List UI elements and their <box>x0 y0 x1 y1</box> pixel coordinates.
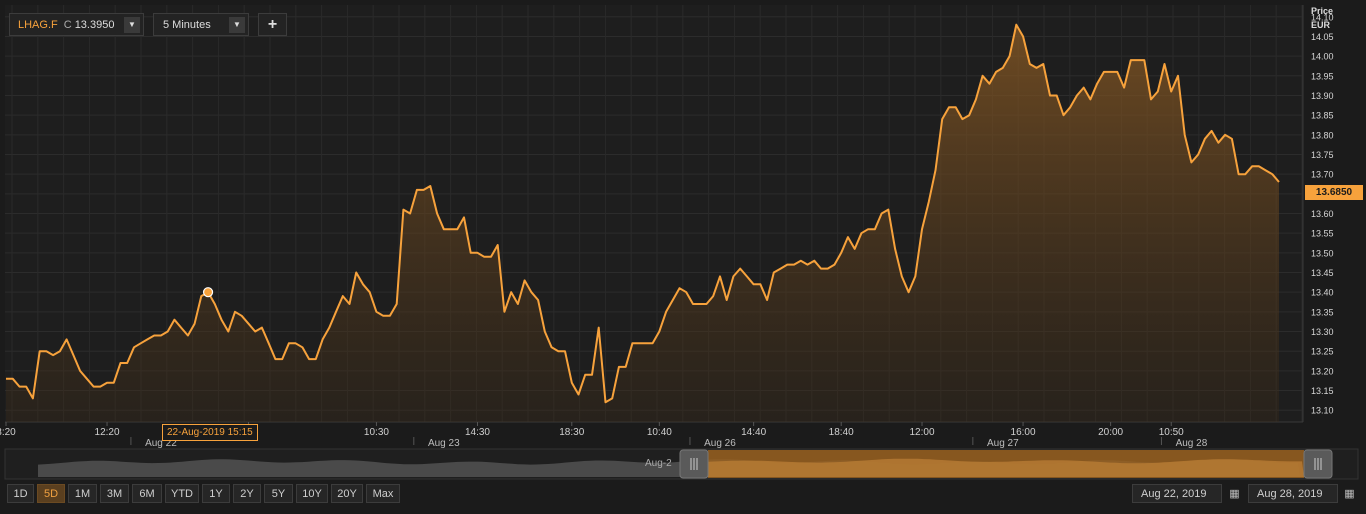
day-label: Aug 26 <box>704 438 736 449</box>
x-tick-label: 8:20 <box>0 427 16 438</box>
range-button-1d[interactable]: 1D <box>7 484 34 503</box>
chevron-down-icon[interactable]: ▼ <box>124 16 140 33</box>
y-tick-label: 13.30 <box>1311 327 1334 337</box>
x-tick-label: 18:40 <box>829 427 854 438</box>
y-tick-label: 13.20 <box>1311 366 1334 376</box>
plus-icon: + <box>267 15 278 33</box>
range-button-1y[interactable]: 1Y <box>202 484 230 503</box>
y-tick-label: 14.00 <box>1311 52 1334 62</box>
end-date-value: Aug 28, 2019 <box>1257 487 1323 500</box>
y-tick-label: 13.95 <box>1311 71 1334 81</box>
y-tick-label: 13.70 <box>1311 170 1334 180</box>
start-date-value: Aug 22, 2019 <box>1141 487 1207 500</box>
range-button-3m[interactable]: 3M <box>100 484 129 503</box>
y-tick-label: 13.55 <box>1311 229 1334 239</box>
x-tick-label: 10:30 <box>364 427 389 438</box>
last-price-value: 13.6850 <box>1315 187 1353 198</box>
add-series-button[interactable]: + <box>258 13 287 36</box>
x-tick-label: 16:00 <box>1011 427 1036 438</box>
calendar-icon[interactable]: ▦ <box>1340 484 1359 503</box>
x-tick-label: 12:00 <box>910 427 935 438</box>
y-tick-label: 13.25 <box>1311 347 1334 357</box>
x-tick-label: 18:30 <box>559 427 584 438</box>
x-tick-label: 10:50 <box>1159 427 1184 438</box>
y-tick-label: 13.35 <box>1311 307 1334 317</box>
currency-label: EUR <box>1311 20 1331 30</box>
range-button-1m[interactable]: 1M <box>68 484 97 503</box>
last-price-badge: 13.6850 <box>1305 185 1363 200</box>
start-date-field[interactable]: Aug 22, 2019 <box>1132 484 1222 503</box>
close-prefix: C <box>63 18 72 31</box>
range-button-6m[interactable]: 6M <box>132 484 162 503</box>
x-tick-label: 20:00 <box>1098 427 1123 438</box>
navigator[interactable] <box>4 448 1359 480</box>
range-button-max[interactable]: Max <box>366 484 400 503</box>
x-tick-label: 14:30 <box>465 427 490 438</box>
close-value: 13.3950 <box>74 18 115 31</box>
end-date-field[interactable]: Aug 28, 2019 <box>1248 484 1338 503</box>
range-button-10y[interactable]: 10Y <box>296 484 328 503</box>
interval-label: 5 Minutes <box>163 18 211 31</box>
symbol-label: LHAG.F <box>18 18 58 31</box>
x-tick-label: 14:40 <box>741 427 766 438</box>
y-tick-label: 13.50 <box>1311 248 1334 258</box>
y-tick-label: 14.05 <box>1311 32 1334 42</box>
range-button-2y[interactable]: 2Y <box>233 484 261 503</box>
interval-selector[interactable]: 5 Minutes ▼ <box>153 13 249 36</box>
navigator-label: Aug-2 <box>645 458 672 469</box>
y-tick-label: 13.40 <box>1311 288 1334 298</box>
day-label: Aug 27 <box>987 438 1019 449</box>
tooltip-text: 22-Aug-2019 15:15 <box>167 427 253 438</box>
range-button-ytd[interactable]: YTD <box>165 484 199 503</box>
y-tick-label: 13.85 <box>1311 111 1334 121</box>
symbol-selector[interactable]: LHAG.F C 13.3950 ▼ <box>9 13 144 36</box>
y-tick-label: 13.60 <box>1311 209 1334 219</box>
x-tick-label: 10:40 <box>647 427 672 438</box>
y-tick-label: 13.75 <box>1311 150 1334 160</box>
hover-marker[interactable] <box>202 287 214 298</box>
chevron-down-icon[interactable]: ▼ <box>229 16 245 33</box>
day-label: Aug 28 <box>1176 438 1208 449</box>
y-tick-label: 13.90 <box>1311 91 1334 101</box>
price-axis-title: Price <box>1311 6 1334 16</box>
y-tick-label: 13.80 <box>1311 130 1334 140</box>
range-button-5d[interactable]: 5D <box>37 484 65 503</box>
crosshair-tooltip: 22-Aug-2019 15:15 <box>162 424 258 441</box>
calendar-icon[interactable]: ▦ <box>1225 484 1244 503</box>
range-button-5y[interactable]: 5Y <box>264 484 293 503</box>
range-button-20y[interactable]: 20Y <box>331 484 363 503</box>
x-tick-label: 12:20 <box>95 427 120 438</box>
y-tick-label: 13.45 <box>1311 268 1334 278</box>
y-tick-label: 13.10 <box>1311 406 1334 416</box>
day-label: Aug 23 <box>428 438 460 449</box>
y-tick-label: 13.15 <box>1311 386 1334 396</box>
